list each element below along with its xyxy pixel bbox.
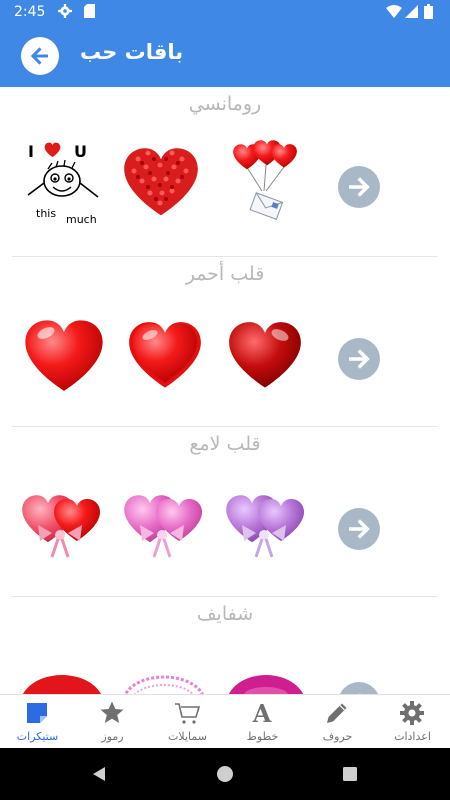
section-title: شفايف — [196, 603, 254, 625]
i-love-you-drawing-sticker: I U this much — [27, 142, 99, 225]
red-heart-sticker — [129, 322, 201, 388]
section-title: قلب أحمر — [185, 263, 265, 285]
nav-label: اعدادات — [394, 730, 431, 743]
dark-red-heart-sticker — [229, 322, 301, 388]
pencil-icon — [327, 703, 347, 723]
system-navigation-bar — [0, 748, 450, 800]
back-button[interactable] — [21, 37, 59, 75]
nav-label: خطوط — [246, 730, 279, 743]
app-bar: باقات حب — [0, 24, 450, 87]
heart-of-hearts-sticker — [124, 148, 198, 216]
sticker-pack-shiny-heart[interactable]: قلب لامع — [0, 427, 450, 597]
section-title: رومانسي — [188, 93, 262, 115]
sticker-pack-romantic[interactable]: رومانسي I U this much — [0, 87, 450, 257]
arrow-left-icon — [30, 47, 48, 65]
nav-label: رموز — [101, 730, 124, 743]
svg-text:this: this — [36, 207, 56, 220]
svg-text:I: I — [28, 142, 34, 161]
sticker-pack-list[interactable]: رومانسي I U this much قلب أحمر قلب لامع … — [0, 87, 450, 694]
nav-fonts[interactable]: A خطوط — [225, 695, 300, 749]
nav-settings[interactable]: اعدادات — [375, 695, 450, 749]
svg-text:A: A — [252, 700, 272, 726]
arrow-right-circle-icon[interactable] — [337, 337, 381, 381]
nav-label: ستيكرات — [16, 730, 59, 743]
clock: 2:45 — [14, 4, 46, 20]
bottom-navigation: ستيكرات رموز سمايلات A خطوط حروف اعدادات — [0, 694, 450, 749]
heart-balloons-letter-sticker — [233, 140, 297, 220]
red-lips-sticker — [22, 675, 102, 694]
nav-smileys[interactable]: سمايلات — [150, 695, 225, 749]
svg-text:much: much — [66, 213, 97, 225]
cart-icon — [175, 703, 200, 724]
wifi-icon — [386, 5, 402, 18]
font-icon: A — [252, 700, 272, 726]
double-heart-ribbon-sticker — [22, 495, 100, 558]
double-heart-ribbon-sticker — [124, 495, 202, 558]
home-circle-icon[interactable] — [216, 765, 234, 783]
sticker-icon — [27, 703, 47, 723]
star-icon — [100, 701, 124, 723]
sticker-pack-lips[interactable]: شفايف — [0, 597, 450, 694]
nav-label: حروف — [322, 730, 353, 743]
magenta-lips-sticker — [228, 675, 304, 694]
battery-icon — [424, 4, 433, 19]
nav-label: سمايلات — [168, 730, 207, 743]
cell-signal-icon — [405, 5, 418, 18]
pink-kiss-print-sticker — [124, 675, 204, 694]
nav-stickers[interactable]: ستيكرات — [0, 695, 75, 749]
svg-text:U: U — [74, 142, 87, 161]
nav-letters[interactable]: حروف — [300, 695, 375, 749]
recents-square-icon[interactable] — [341, 765, 359, 783]
nav-symbols[interactable]: رموز — [75, 695, 150, 749]
sd-card-icon — [84, 4, 95, 18]
gear-icon — [400, 701, 424, 725]
status-bar: 2:45 — [0, 0, 450, 24]
arrow-right-circle-icon[interactable] — [337, 507, 381, 551]
arrow-right-circle-icon[interactable] — [337, 165, 381, 209]
arrow-right-circle-icon[interactable] — [337, 681, 381, 694]
double-heart-ribbon-sticker — [226, 495, 304, 558]
settings-notification-icon — [58, 4, 72, 18]
back-triangle-icon[interactable] — [90, 765, 108, 783]
sticker-pack-red-heart[interactable]: قلب أحمر — [0, 257, 450, 427]
section-title: قلب لامع — [189, 433, 261, 455]
red-heart-sticker — [25, 320, 103, 391]
page-title: باقات حب — [80, 40, 184, 64]
